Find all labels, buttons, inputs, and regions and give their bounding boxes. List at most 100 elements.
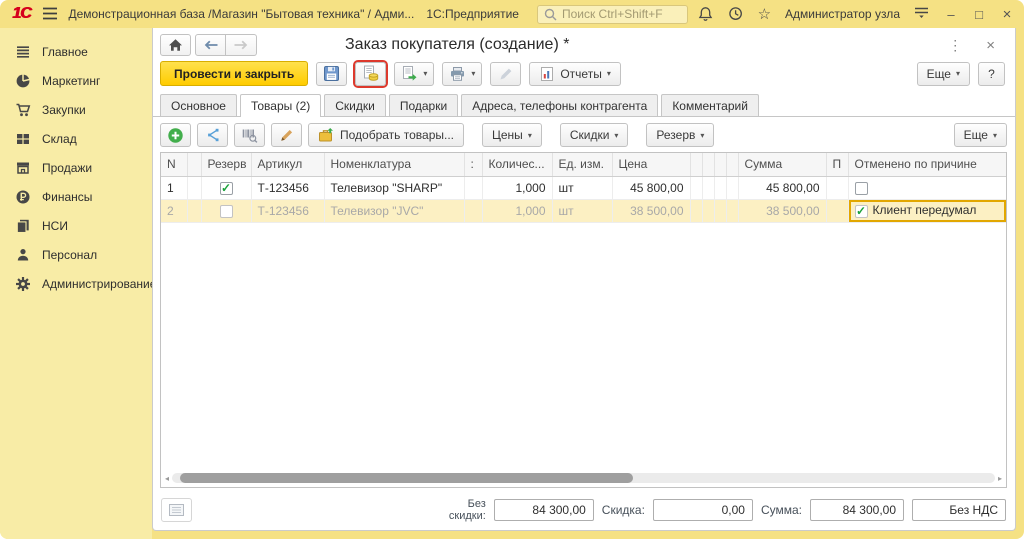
sidebar-item-main[interactable]: Главное [0,37,152,66]
col-truncated[interactable]: : [464,153,482,176]
col-price[interactable]: Цена [612,153,690,176]
col-p[interactable]: П [826,153,848,176]
pencil-disabled-icon [498,66,514,82]
pencil-icon [279,127,295,143]
scrollbar-track[interactable] [172,473,995,483]
chevron-down-icon: ▾ [423,69,427,78]
favorites-star-icon[interactable]: ☆ [758,7,771,22]
list-view-button[interactable] [161,498,192,522]
chevron-down-icon: ▾ [700,131,704,140]
reports-label: Отчеты [560,67,601,81]
prices-button[interactable]: Цены ▾ [482,123,542,147]
tab-comment[interactable]: Комментарий [661,94,759,116]
search-input[interactable] [562,7,681,21]
back-button[interactable] [195,34,226,56]
col-article[interactable]: Артикул [251,153,324,176]
col-narrow[interactable] [714,153,726,176]
sidebar-item-personnel[interactable]: Персонал [0,240,152,269]
sidebar-label: НСИ [42,219,68,233]
sidebar-label: Администрирование [42,277,156,291]
form-more-button[interactable]: Еще ▾ [917,62,970,86]
current-user[interactable]: Администратор узла [785,7,900,21]
goods-table: N Резерв Артикул Номенклатура : Количес.… [160,152,1007,488]
scroll-left-icon[interactable]: ◂ [165,474,169,483]
table-row-selected[interactable]: 2 ✓ Т-123456 Телевизор "JVC" 1,000 шт 38… [161,199,1006,222]
discount-label: Скидка: [602,503,645,517]
edit-disabled-button[interactable] [490,62,521,86]
gear-icon [15,276,31,292]
col-reserve[interactable]: Резерв [201,153,251,176]
home-button[interactable] [160,34,191,56]
more-label: Еще [927,67,951,81]
service-settings-icon[interactable] [914,6,930,22]
tab-goods[interactable]: Товары (2) [240,94,321,116]
cancelled-checkbox[interactable]: ✓ [855,182,868,195]
notifications-bell-icon[interactable] [698,6,714,22]
minimize-button[interactable]: – [944,7,958,22]
sidebar-item-warehouse[interactable]: Склад [0,124,152,153]
pie-chart-icon [15,73,31,89]
scrollbar-thumb[interactable] [180,473,633,483]
books-icon [15,218,31,234]
list-icon [168,503,185,517]
reserve-checkbox[interactable]: ✓ [220,182,233,195]
share-structure-button[interactable] [197,123,228,147]
add-row-button[interactable] [160,123,191,147]
tab-main[interactable]: Основное [160,94,237,116]
form-menu-dots-icon[interactable]: ⋮ [948,37,962,54]
reserve-button[interactable]: Резерв ▾ [646,123,714,147]
col-sum[interactable]: Сумма [738,153,826,176]
forward-button[interactable] [226,34,257,56]
sidebar-label: Маркетинг [42,74,100,88]
sidebar-item-purchases[interactable]: Закупки [0,95,152,124]
col-unit[interactable]: Ед. изм. [552,153,612,176]
col-narrow[interactable] [690,153,702,176]
barcode-search-button[interactable] [234,123,265,147]
form-header: Заказ покупателя (создание) * ⋮ × [153,28,1015,58]
sidebar-item-finance[interactable]: Финансы [0,182,152,211]
col-narrow[interactable] [726,153,738,176]
save-button[interactable] [316,62,347,86]
reports-button[interactable]: Отчеты ▾ [529,62,621,86]
col-nomenclature[interactable]: Номенклатура [324,153,464,176]
cancel-reason-cell[interactable]: ✓Клиент передумал [848,199,1006,222]
reserve-checkbox[interactable]: ✓ [220,205,233,218]
edit-row-button[interactable] [271,123,302,147]
col-flag[interactable] [187,153,201,176]
close-window-button[interactable]: × [1000,6,1014,23]
title-bar: 1С Демонстрационная база /Магазин "Бытов… [0,0,1024,28]
col-n[interactable]: N [161,153,187,176]
col-narrow[interactable] [702,153,714,176]
post-and-close-button[interactable]: Провести и закрыть [160,61,308,86]
form-close-icon[interactable]: × [986,37,995,54]
table-more-button[interactable]: Еще ▾ [954,123,1007,147]
table-row[interactable]: 1 ✓ Т-123456 Телевизор "SHARP" 1,000 шт … [161,176,1006,199]
tab-gifts[interactable]: Подарки [389,94,458,116]
table-header-row[interactable]: N Резерв Артикул Номенклатура : Количес.… [161,153,1006,176]
sections-panel: Главное Маркетинг Закупки Склад Продажи … [0,28,152,539]
col-cancel-reason[interactable]: Отменено по причине [848,153,1006,176]
discounts-button[interactable]: Скидки ▾ [560,123,629,147]
sidebar-item-administration[interactable]: Администрирование [0,269,152,298]
sidebar-item-sales[interactable]: Продажи [0,153,152,182]
app-window: 1С Демонстрационная база /Магазин "Бытов… [0,0,1024,539]
global-search[interactable] [537,5,688,24]
help-button[interactable]: ? [978,62,1005,86]
sidebar-item-marketing[interactable]: Маркетинг [0,66,152,95]
sidebar-item-nsi[interactable]: НСИ [0,211,152,240]
post-document-button[interactable] [355,62,386,86]
history-icon[interactable] [728,6,744,22]
col-quantity[interactable]: Количес... [482,153,552,176]
scroll-right-icon[interactable]: ▸ [998,474,1002,483]
maximize-button[interactable]: □ [972,7,986,22]
tab-addresses[interactable]: Адреса, телефоны контрагента [461,94,658,116]
print-button[interactable]: ▾ [442,62,482,86]
pick-goods-button[interactable]: Подобрать товары... [308,123,464,147]
horizontal-scrollbar[interactable]: ◂ ▸ [165,472,1002,484]
cancelled-checkbox[interactable]: ✓ [855,205,868,218]
no-discount-value: 84 300,00 [494,499,594,521]
tab-discounts[interactable]: Скидки [324,94,386,116]
create-based-on-button[interactable]: ▾ [394,62,434,86]
report-chart-icon [539,66,555,82]
main-menu-icon[interactable] [42,6,58,22]
